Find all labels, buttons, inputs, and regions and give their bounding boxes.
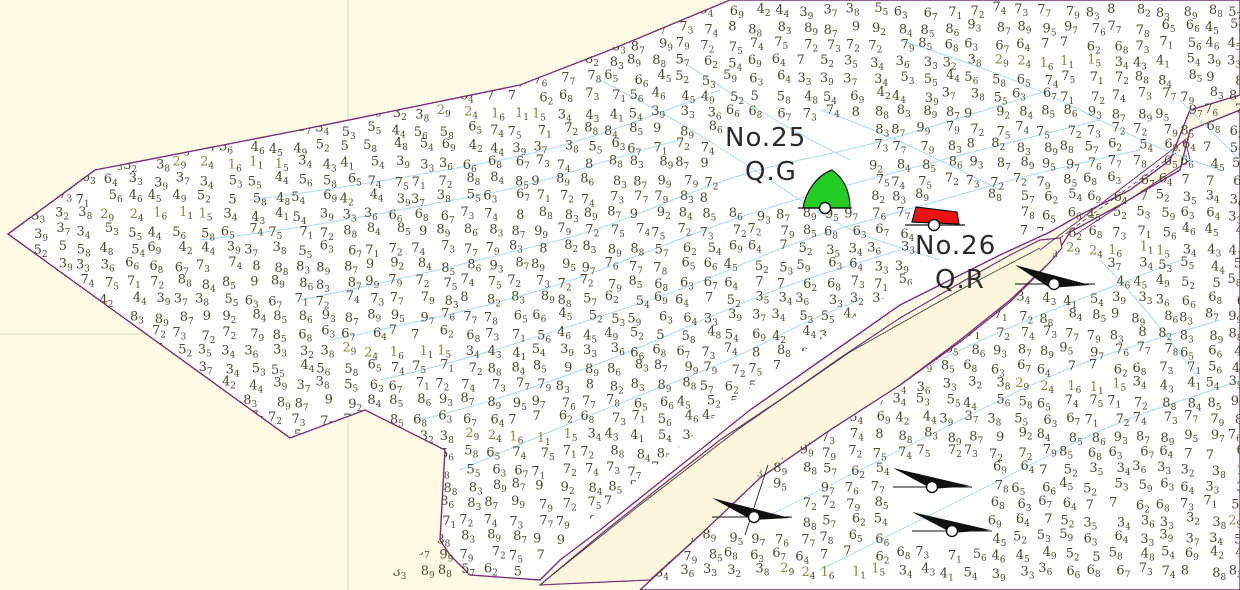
depth-sounding: 7 [1039, 463, 1047, 478]
beacon-position-circle [925, 480, 939, 494]
depth-sounding: 8 [700, 191, 708, 206]
depth-sounding: 52 [1232, 156, 1240, 173]
depth-sounding: 9 [653, 121, 661, 136]
depth-sounding: 7 [1068, 359, 1076, 374]
depth-sounding: 9 [1111, 307, 1119, 322]
depth-sounding: 7 [1140, 189, 1148, 204]
depth-sounding: 9 [250, 275, 258, 290]
depth-sounding: 7 [1206, 448, 1214, 463]
depth-sounding: 7 [843, 544, 851, 559]
beacon-position-circle [747, 510, 761, 524]
depth-sounding: 7 [1041, 36, 1049, 51]
depth-sounding: 5 [341, 139, 349, 154]
depth-sounding: 7 [1109, 496, 1117, 511]
depth-sounding: 7 [1184, 447, 1192, 462]
buoy-position-circle [927, 218, 941, 232]
depth-sounding: 8 [1107, 2, 1115, 17]
depth-sounding: 8 [752, 346, 760, 361]
depth-sounding: 9 [700, 156, 708, 171]
depth-sounding: 8 [460, 290, 468, 305]
depth-sounding: 56 [1234, 257, 1240, 274]
depth-sounding: 5 [59, 239, 67, 254]
buoy-light-label: Q.R [935, 265, 985, 295]
depth-sounding: 7 [779, 238, 787, 253]
depth-sounding: 9 [964, 107, 972, 122]
depth-sounding: 5 [751, 89, 759, 104]
depth-sounding: 7 [797, 53, 805, 68]
depth-sounding: 7 [1086, 498, 1094, 513]
depth-sounding: 9 [531, 174, 539, 189]
depth-sounding: 9 [533, 531, 541, 546]
depth-sounding: 7 [705, 290, 713, 305]
depth-sounding: 7 [411, 328, 419, 343]
depth-sounding: 7 [820, 548, 828, 563]
buoy-name-label: No.26 [915, 231, 996, 261]
depth-sounding: 8 [967, 137, 975, 152]
depth-sounding: 8 [539, 242, 547, 257]
depth-sounding: 9 [203, 309, 211, 324]
depth-sounding: 77 [1235, 102, 1240, 119]
depth-sounding: 7 [1089, 358, 1097, 373]
depth-sounding: 8 [1138, 325, 1146, 340]
depth-sounding: 7 [508, 89, 516, 104]
depth-sounding: 8 [1181, 564, 1189, 579]
depth-sounding: 9 [535, 478, 543, 493]
depth-sounding: 9 [419, 224, 427, 239]
depth-sounding: 8 [585, 157, 593, 172]
depth-sounding: 7 [389, 323, 397, 338]
depth-sounding: 7 [1206, 174, 1214, 189]
depth-sounding: 8 [252, 259, 260, 274]
depth-sounding: 5 [1213, 276, 1221, 291]
depth-sounding: 39 [1236, 480, 1240, 497]
depth-sounding: 9 [996, 430, 1004, 445]
depth-sounding: 7 [1203, 140, 1211, 155]
depth-sounding: 7 [1060, 35, 1068, 50]
depth-sounding: 9 [630, 207, 638, 222]
depth-sounding: 7 [533, 409, 541, 424]
depth-sounding: 8 [728, 20, 736, 35]
depth-sounding: 62 [1233, 174, 1240, 191]
nautical-chart: 7275747572737272798568636764776268737156… [0, 0, 1240, 590]
depth-sounding: 8 [516, 208, 524, 223]
depth-sounding: 9 [852, 20, 860, 35]
depth-sounding: 45 [1234, 344, 1240, 361]
beacon-position-circle [1047, 277, 1061, 291]
depth-sounding: 44 [1235, 546, 1240, 563]
depth-sounding: 9 [564, 361, 572, 376]
buoy-name-label: No.25 [725, 123, 806, 153]
buoy-position-circle [818, 201, 832, 215]
depth-sounding: 56 [1231, 498, 1240, 515]
depth-sounding: 9 [1206, 70, 1214, 85]
depth-sounding: 9 [366, 257, 374, 272]
depth-sounding: 62 [1236, 443, 1240, 460]
depth-sounding: 7 [1044, 512, 1052, 527]
depth-sounding: 5 [656, 328, 664, 343]
depth-sounding: 8 [852, 105, 860, 120]
depth-sounding: 9 [1231, 394, 1239, 409]
depth-sounding: 49 [1236, 223, 1240, 240]
depth-sounding: 8 [586, 378, 594, 393]
depth-sounding: 8 [875, 427, 883, 442]
depth-sounding: 9 [325, 393, 333, 408]
depth-sounding: 7 [508, 412, 516, 427]
beacon-position-circle [945, 524, 959, 538]
depth-sounding: 7 [1182, 173, 1190, 188]
depth-sounding: 7 [777, 277, 785, 292]
buoy-light-label: Q.G [745, 157, 797, 187]
depth-sounding: 7 [755, 274, 763, 289]
